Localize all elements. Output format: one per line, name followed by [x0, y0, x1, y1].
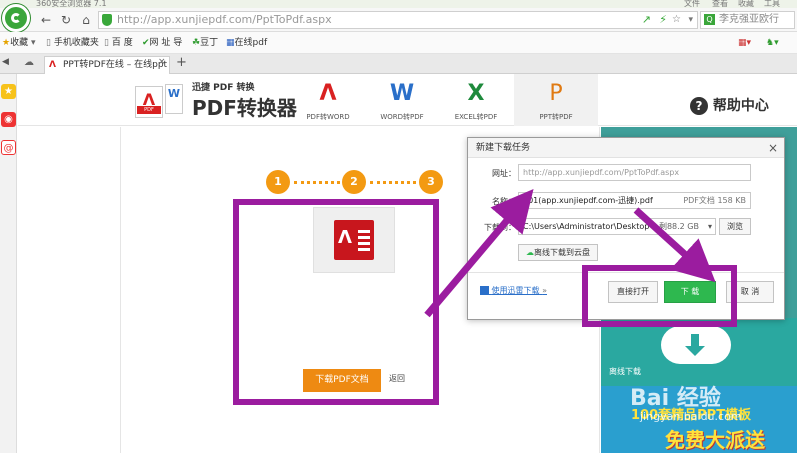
- arrow-to-download: [633, 207, 716, 283]
- arrow-to-filename: [424, 188, 534, 318]
- annotation-arrows: [424, 188, 716, 318]
